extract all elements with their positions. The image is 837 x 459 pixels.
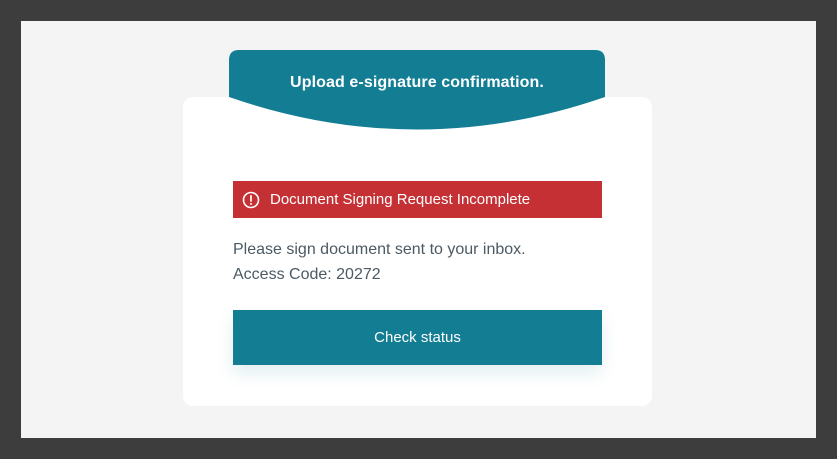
access-code: Access Code: 20272 <box>233 266 381 283</box>
error-alert: Document Signing Request Incomplete <box>233 181 602 218</box>
banner-shape <box>229 50 605 130</box>
page-background: Upload e-signature confirmation. Documen… <box>21 21 816 438</box>
instruction-text: Please sign document sent to your inbox. <box>233 241 526 258</box>
alert-circle-icon <box>242 191 260 209</box>
check-status-button[interactable]: Check status <box>233 310 602 365</box>
alert-text: Document Signing Request Incomplete <box>270 191 531 208</box>
banner-title: Upload e-signature confirmation. <box>290 74 544 91</box>
instructions: Please sign document sent to your inbox.… <box>233 237 613 287</box>
header-banner: Upload e-signature confirmation. <box>229 50 605 134</box>
